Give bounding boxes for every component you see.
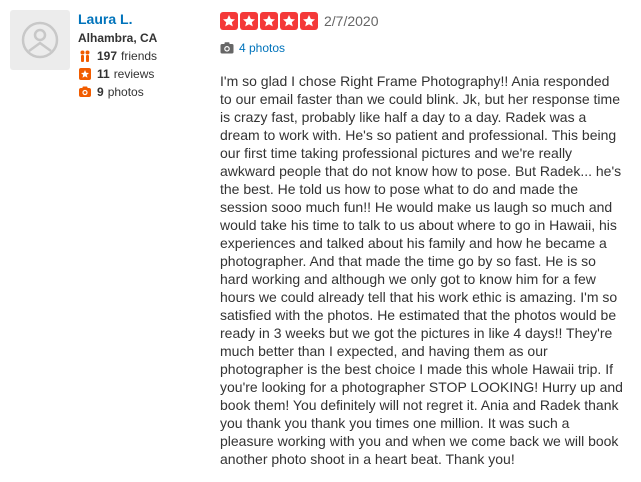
friends-icon [78, 49, 92, 63]
star-icon [260, 12, 278, 30]
star-icon [300, 12, 318, 30]
friends-label: friends [121, 49, 158, 63]
review: 2/7/2020 4 photos I'm so glad I chose Ri… [220, 10, 630, 482]
photos-count: 9 [97, 85, 104, 99]
default-user-icon [21, 21, 59, 59]
review-date: 2/7/2020 [324, 13, 379, 29]
user-passport: Laura L. Alhambra, CA 197 friends 11 rev… [78, 10, 157, 101]
star-icon [280, 12, 298, 30]
rating-row: 2/7/2020 [220, 10, 630, 32]
friends-stat: 197 friends [78, 47, 157, 65]
star-badge-icon [78, 67, 92, 81]
photos-label: photos [107, 85, 144, 99]
star-icon [220, 12, 238, 30]
reviews-stat: 11 reviews [78, 65, 157, 83]
star-rating [220, 12, 318, 30]
photos-stat: 9 photos [78, 83, 157, 101]
review-photos-link[interactable]: 4 photos [220, 40, 630, 56]
review-photos-label: 4 photos [239, 41, 286, 55]
user-location: Alhambra, CA [78, 31, 158, 45]
avatar[interactable] [10, 10, 70, 70]
review-text: I'm so glad I chose Right Frame Photogra… [220, 73, 623, 467]
camera-icon [220, 42, 234, 54]
reviews-count: 11 [97, 67, 110, 81]
reviews-label: reviews [113, 67, 155, 81]
friends-count: 197 [97, 49, 118, 63]
camera-icon [78, 85, 92, 99]
user-name-link[interactable]: Laura L. [78, 10, 157, 28]
star-icon [240, 12, 258, 30]
